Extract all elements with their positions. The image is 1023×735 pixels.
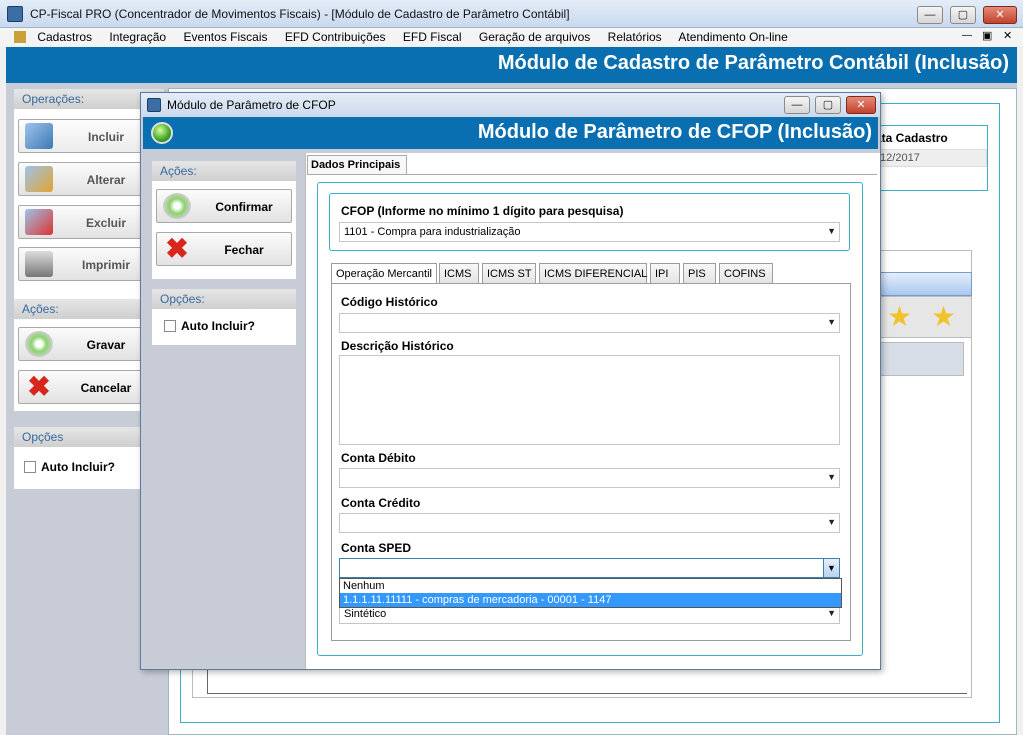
data-cadastro-box: ata Cadastro /12/2017 xyxy=(870,125,988,191)
minimize-button[interactable]: — xyxy=(917,6,943,24)
disk-confirm-icon xyxy=(163,193,191,219)
red-x-close-icon: ✖ xyxy=(165,233,189,264)
chevron-down-icon: ▼ xyxy=(827,317,836,327)
dropdown-button[interactable]: ▼ xyxy=(823,559,839,577)
conta-sped-label: Conta SPED xyxy=(341,541,412,555)
dialog-title: Módulo de Parâmetro de CFOP xyxy=(167,98,336,112)
conta-debito-label: Conta Débito xyxy=(341,451,416,465)
main-grid-header xyxy=(880,342,964,376)
main-window-title: CP-Fiscal PRO (Concentrador de Movimento… xyxy=(30,7,570,21)
tab-pis[interactable]: PIS xyxy=(683,263,716,283)
menu-bar: Cadastros Integração Eventos Fiscais EFD… xyxy=(0,28,1023,46)
mdi-close-icon[interactable]: ✕ xyxy=(1003,29,1012,42)
chevron-down-icon: ▼ xyxy=(827,517,836,527)
app-icon xyxy=(7,6,23,22)
dialog-banner: Módulo de Parâmetro de CFOP (Inclusão) xyxy=(143,117,878,149)
menu-efd-contribuicoes[interactable]: EFD Contribuições xyxy=(285,30,386,44)
menu-eventos-fiscais[interactable]: Eventos Fiscais xyxy=(183,30,267,44)
chevron-down-icon: ▼ xyxy=(827,226,836,236)
data-cadastro-field[interactable]: /12/2017 xyxy=(873,149,987,167)
main-banner-title: Módulo de Cadastro de Parâmetro Contábil… xyxy=(497,52,1009,74)
star-add-icon[interactable]: ★ xyxy=(887,302,912,332)
cfop-label: CFOP (Informe no mínimo 1 dígito para pe… xyxy=(341,204,624,218)
close-button[interactable]: ✕ xyxy=(983,6,1017,24)
gravar-button[interactable]: Gravar xyxy=(18,327,154,361)
tab-operacao-mercantil[interactable]: Operação Mercantil xyxy=(331,263,437,285)
dialog-banner-title: Módulo de Parâmetro de CFOP (Inclusão) xyxy=(477,121,872,143)
descricao-historico-label: Descrição Histórico xyxy=(341,339,454,353)
dialog-minimize-button[interactable]: — xyxy=(784,96,810,114)
main-icon-bar: ★ ★ xyxy=(880,296,972,338)
mdi-restore-icon[interactable]: ▣ xyxy=(982,29,992,42)
incluir-button[interactable]: Incluir xyxy=(18,119,154,153)
menu-geracao-arquivos[interactable]: Geração de arquivos xyxy=(479,30,590,44)
dialog-title-bar: Módulo de Parâmetro de CFOP — ▢ ✕ xyxy=(141,93,880,117)
menu-relatorios[interactable]: Relatórios xyxy=(608,30,662,44)
add-user-icon xyxy=(25,123,53,149)
menu-efd-fiscal[interactable]: EFD Fiscal xyxy=(403,30,462,44)
conta-credito-select[interactable]: ▼ xyxy=(339,513,840,533)
fechar-button[interactable]: ✖ Fechar xyxy=(156,232,292,266)
dialog-app-icon xyxy=(147,98,161,112)
dialog-close-button[interactable]: ✕ xyxy=(846,96,876,114)
tab-icms-diferencial[interactable]: ICMS DIFERENCIAL xyxy=(539,263,647,283)
status-led-icon xyxy=(151,122,173,144)
alterar-button[interactable]: Alterar xyxy=(18,162,154,196)
main-toolbar xyxy=(880,272,972,296)
menu-cadastros[interactable]: Cadastros xyxy=(37,30,92,44)
dropdown-option-nenhum[interactable]: Nenhum xyxy=(340,579,841,593)
dialog-auto-incluir-label: Auto Incluir? xyxy=(181,319,255,333)
dropdown-option-compras[interactable]: 1.1.1.11.11111 - compras de mercadoria -… xyxy=(340,593,841,607)
tab-dados-principais[interactable]: Dados Principais xyxy=(307,155,407,175)
data-cadastro-label: ata Cadastro xyxy=(875,131,948,145)
auto-incluir-checkbox[interactable] xyxy=(24,461,36,473)
star-remove-icon[interactable]: ★ xyxy=(931,302,956,332)
dialog-opcoes-area: Auto Incluir? xyxy=(152,309,296,345)
menu-icon xyxy=(14,31,26,43)
cfop-select[interactable]: 1101 - Compra para industrialização ▼ xyxy=(339,222,840,242)
chevron-down-icon: ▼ xyxy=(827,608,836,618)
printer-icon xyxy=(25,251,53,277)
disk-save-icon xyxy=(25,331,53,357)
descricao-historico-textarea[interactable] xyxy=(339,355,840,445)
cfop-dialog: Módulo de Parâmetro de CFOP — ▢ ✕ Módulo… xyxy=(140,92,881,670)
conta-sped-select[interactable]: ▼ xyxy=(339,558,840,578)
menu-integracao[interactable]: Integração xyxy=(109,30,166,44)
tab-icms[interactable]: ICMS xyxy=(439,263,479,283)
codigo-historico-select[interactable]: ▼ xyxy=(339,313,840,333)
cfop-select-value: 1101 - Compra para industrialização xyxy=(344,226,521,238)
dialog-auto-incluir-checkbox[interactable] xyxy=(164,320,176,332)
excluir-button[interactable]: Excluir xyxy=(18,205,154,239)
maximize-button[interactable]: ▢ xyxy=(950,6,976,24)
mdi-minimize-icon[interactable]: — xyxy=(962,30,972,41)
main-title-bar: CP-Fiscal PRO (Concentrador de Movimento… xyxy=(0,0,1023,28)
imprimir-button[interactable]: Imprimir xyxy=(18,247,154,281)
conta-sped-dropdown-list: Nenhum 1.1.1.11.11111 - compras de merca… xyxy=(339,578,842,608)
confirmar-button[interactable]: Confirmar xyxy=(156,189,292,223)
dialog-opcoes-header: Opções: xyxy=(152,289,296,309)
tipo-select-value: Sintético xyxy=(344,608,387,620)
delete-user-icon xyxy=(25,209,53,235)
tab-icms-st[interactable]: ICMS ST xyxy=(482,263,536,283)
main-banner: Módulo de Cadastro de Parâmetro Contábil… xyxy=(6,47,1017,83)
conta-debito-select[interactable]: ▼ xyxy=(339,468,840,488)
dialog-acoes-header: Ações: xyxy=(152,161,296,181)
tab-cofins[interactable]: COFINS xyxy=(719,263,773,283)
tab-ipi[interactable]: IPI xyxy=(650,263,680,283)
conta-credito-label: Conta Crédito xyxy=(341,496,421,510)
cancelar-button[interactable]: ✖ Cancelar xyxy=(18,370,154,404)
codigo-historico-label: Código Histórico xyxy=(341,295,438,309)
dialog-maximize-button[interactable]: ▢ xyxy=(815,96,841,114)
chevron-down-icon: ▼ xyxy=(827,472,836,482)
sub-tab-strip: Operação Mercantil ICMS ICMS ST ICMS DIF… xyxy=(331,263,851,285)
edit-user-icon xyxy=(25,166,53,192)
menu-atendimento[interactable]: Atendimento On-line xyxy=(678,30,787,44)
auto-incluir-label: Auto Incluir? xyxy=(41,460,115,474)
red-x-icon: ✖ xyxy=(27,371,51,402)
